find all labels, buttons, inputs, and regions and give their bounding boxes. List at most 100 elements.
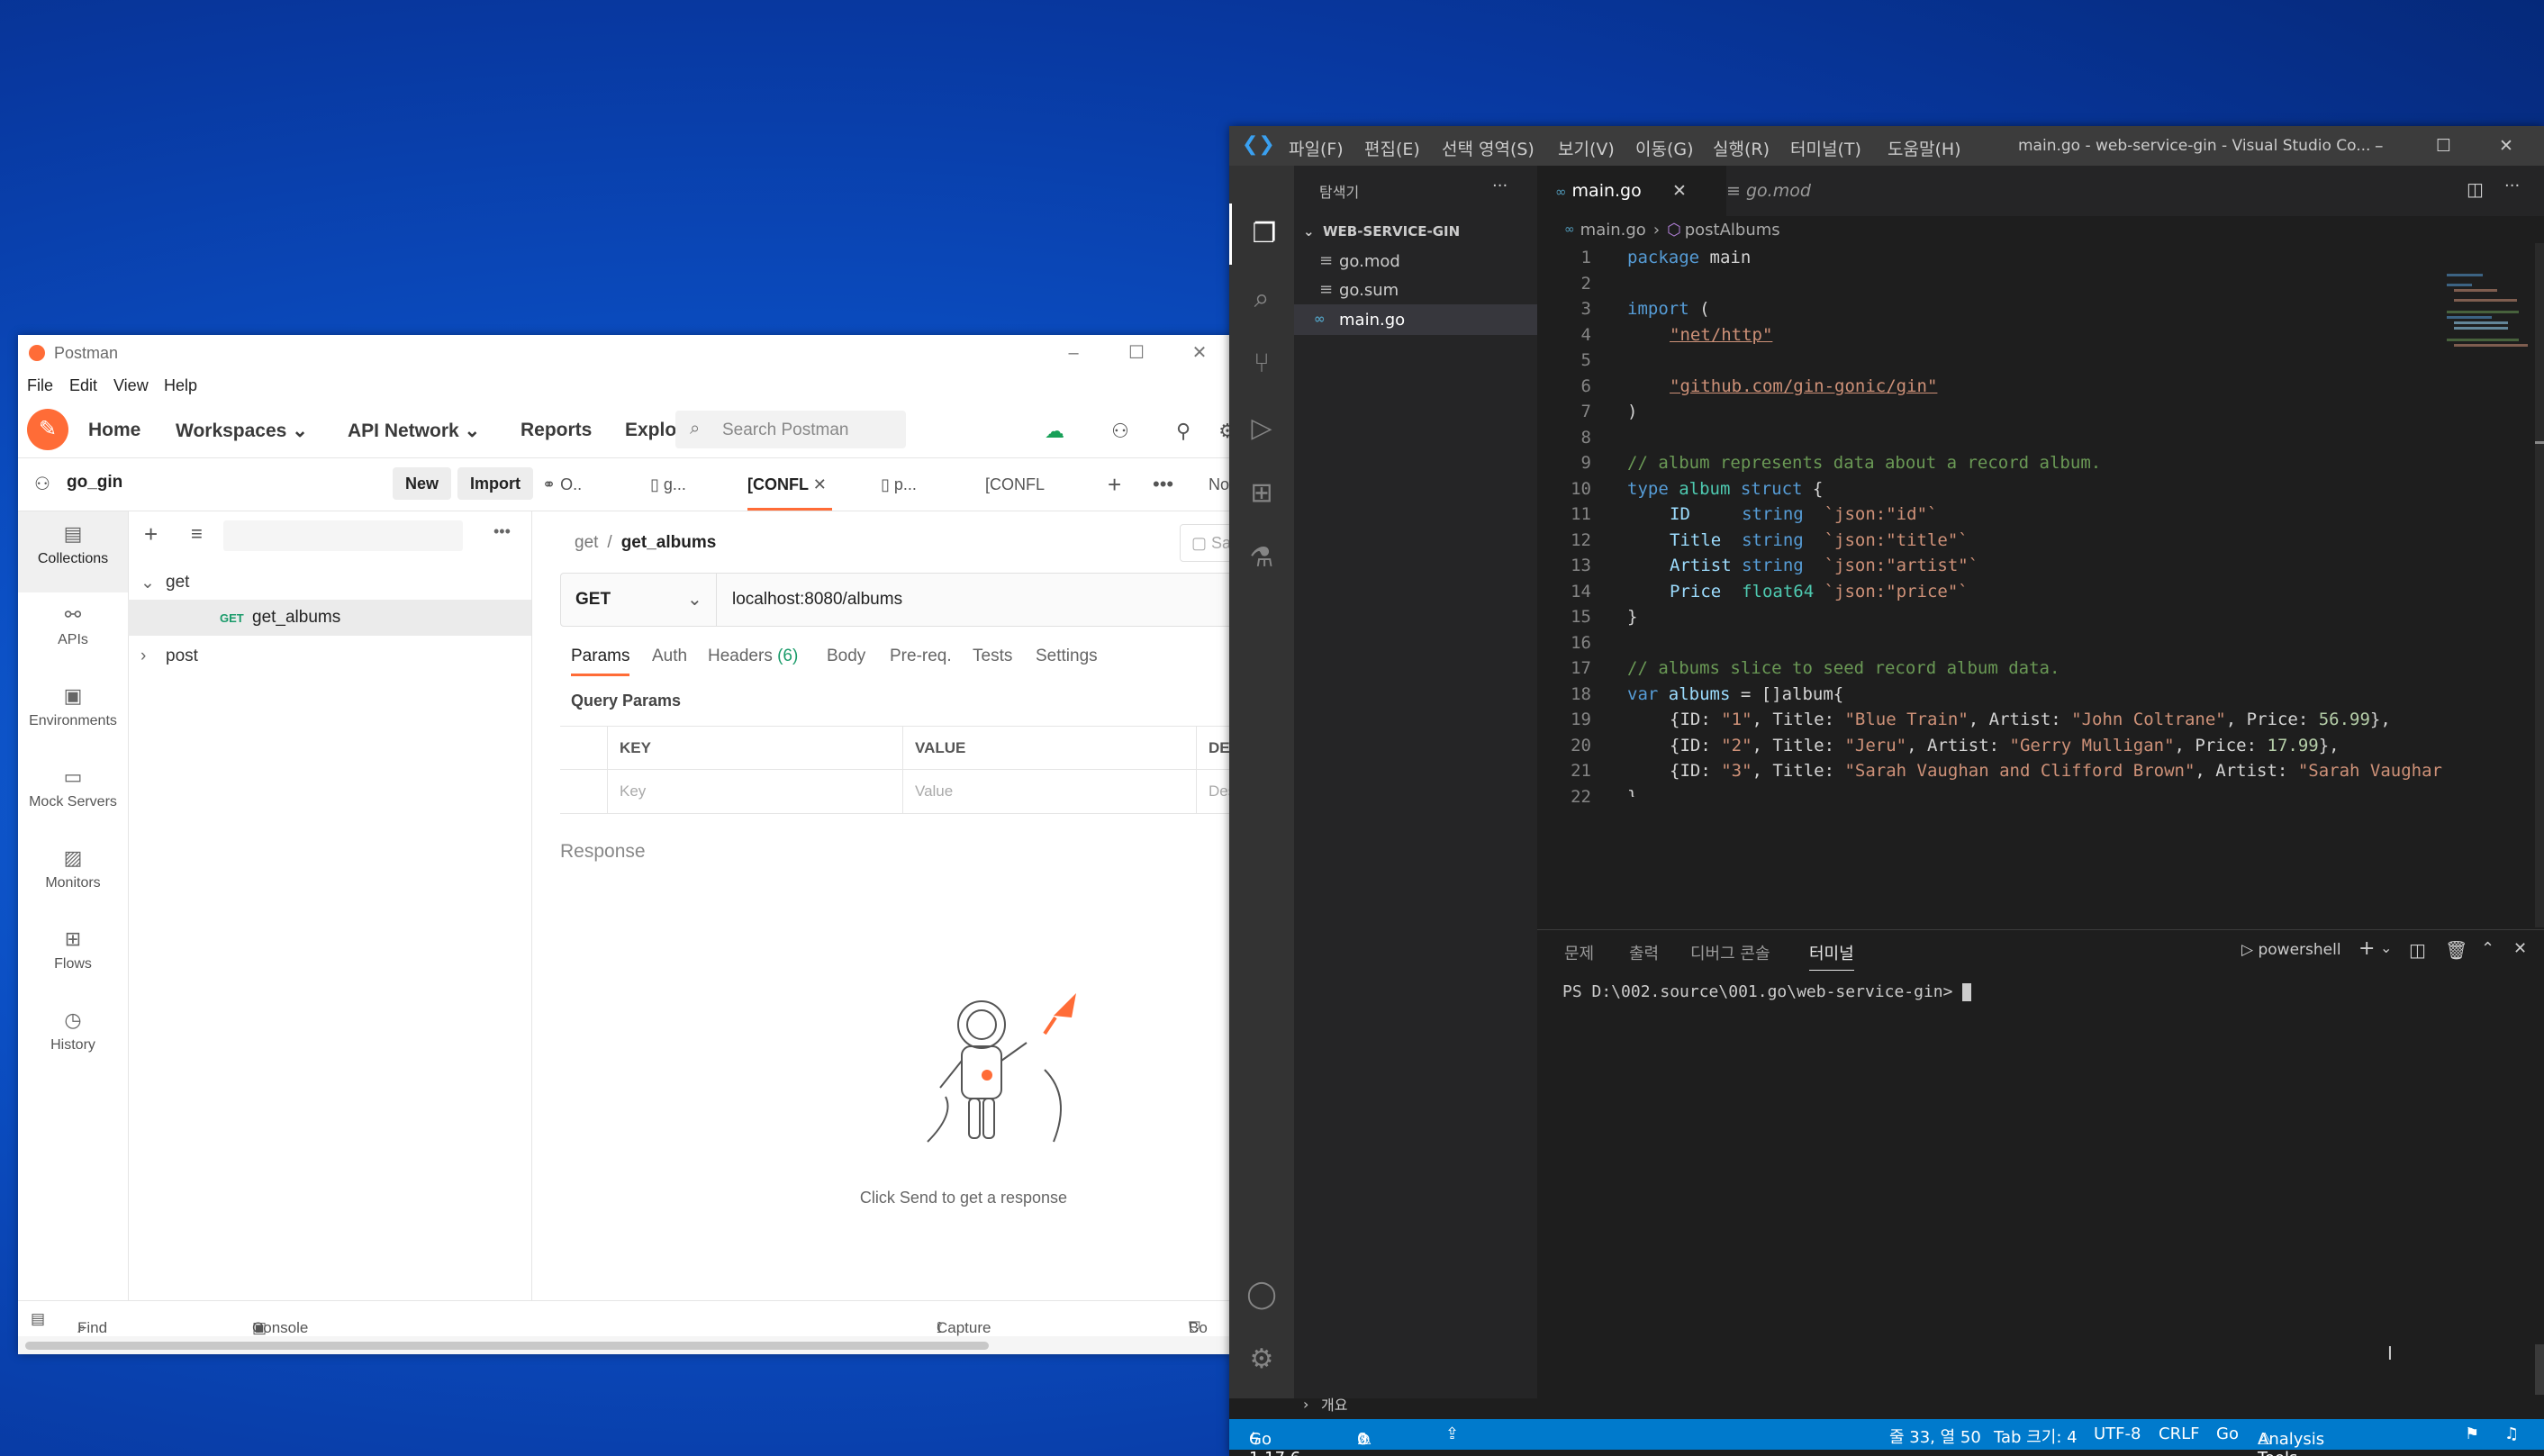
- nav-api-network[interactable]: API Network ⌄: [348, 420, 480, 442]
- folder-header[interactable]: ⌄ WEB-SERVICE-GIN: [1294, 218, 1537, 245]
- add-tab-icon[interactable]: +: [1108, 458, 1121, 511]
- maximize-button[interactable]: ☐: [1118, 339, 1154, 367]
- close-button[interactable]: ✕: [1181, 339, 1218, 367]
- menu-selection[interactable]: 선택 영역(S): [1442, 136, 1535, 160]
- minimize-button[interactable]: –: [1055, 339, 1091, 367]
- search-box[interactable]: ⌕ Search Postman: [675, 411, 906, 448]
- language-status[interactable]: Go: [2216, 1424, 2239, 1443]
- breadcrumb-parent[interactable]: get: [575, 533, 598, 553]
- collection-search-input[interactable]: [223, 520, 463, 551]
- menu-view[interactable]: 보기(V): [1558, 136, 1615, 160]
- menu-help[interactable]: Help: [164, 376, 197, 395]
- rail-history[interactable]: ◷ History: [18, 998, 128, 1079]
- menu-edit[interactable]: 편집(E): [1364, 136, 1420, 160]
- tab-headers[interactable]: Headers (6): [708, 647, 798, 666]
- tab-request-g[interactable]: ▯ g...: [650, 458, 686, 511]
- url-input[interactable]: localhost:8080/albums: [732, 590, 902, 610]
- live-share-icon[interactable]: ⇪: [1445, 1424, 1459, 1443]
- scrollbar-thumb[interactable]: [25, 1342, 989, 1350]
- postman-home-logo-icon[interactable]: ✎: [27, 409, 68, 450]
- file-item-active[interactable]: ∞ main.go: [1294, 304, 1537, 335]
- more-options-icon[interactable]: •••: [493, 522, 511, 541]
- save-button[interactable]: ▢ Save: [1180, 524, 1234, 562]
- nav-explore[interactable]: Explo: [625, 420, 676, 441]
- panel-tab-debug-console[interactable]: 디버그 콘솔: [1690, 941, 1770, 964]
- trash-icon[interactable]: 🗑: [2445, 939, 2467, 961]
- key-input[interactable]: Key: [620, 782, 646, 800]
- list-item-get-albums[interactable]: GET get_albums: [128, 600, 531, 636]
- close-tab-icon[interactable]: ✕: [1672, 166, 1687, 216]
- rail-monitors[interactable]: ▨ Monitors: [18, 836, 128, 917]
- maximize-panel-icon[interactable]: ⌃: [2481, 939, 2494, 958]
- panel-tab-terminal[interactable]: 터미널: [1809, 941, 1854, 971]
- run-debug-icon[interactable]: ▷: [1229, 398, 1294, 459]
- nav-home[interactable]: Home: [88, 420, 140, 441]
- sync-cloud-icon[interactable]: ☁: [1041, 418, 1068, 445]
- feedback-icon[interactable]: ⚑: [2465, 1424, 2479, 1443]
- more-options-icon[interactable]: •••: [1153, 458, 1173, 511]
- menu-terminal[interactable]: 터미널(T): [1790, 136, 1861, 160]
- tab-conflict[interactable]: [CONFL: [985, 458, 1045, 511]
- rail-apis[interactable]: ⚯ APIs: [18, 592, 128, 674]
- minimize-button[interactable]: –: [2375, 136, 2384, 156]
- search-icon[interactable]: ⌕: [1229, 268, 1294, 330]
- tab-tests[interactable]: Tests: [973, 647, 1012, 666]
- nav-workspaces[interactable]: Workspaces ⌄: [176, 420, 308, 442]
- tab-overview[interactable]: ⚭ O..: [542, 458, 582, 511]
- extensions-icon[interactable]: ⊞: [1229, 463, 1294, 524]
- tab-settings[interactable]: Settings: [1036, 647, 1098, 666]
- method-select[interactable]: GET ⌄: [561, 574, 717, 626]
- more-actions-icon[interactable]: ···: [1492, 176, 1507, 195]
- tab-auth[interactable]: Auth: [652, 647, 687, 666]
- file-item[interactable]: ≡ go.sum: [1294, 276, 1537, 304]
- tab-request-p[interactable]: ▯ p...: [881, 458, 917, 511]
- new-button[interactable]: New: [393, 467, 452, 500]
- menu-go[interactable]: 이동(G): [1635, 136, 1694, 160]
- filter-icon[interactable]: ≡: [191, 522, 203, 546]
- maximize-button[interactable]: ☐: [2436, 136, 2451, 156]
- tab-conflict-active[interactable]: [CONFL ✕: [747, 458, 832, 511]
- rail-environments[interactable]: ▣ Environments: [18, 674, 128, 755]
- split-editor-icon[interactable]: ◫: [2467, 178, 2484, 200]
- more-actions-icon[interactable]: ···: [2504, 176, 2520, 195]
- terminal-output[interactable]: PS D:\002.source\001.go\web-service-gin>: [1562, 982, 1972, 1001]
- horizontal-scrollbar[interactable]: [18, 1336, 1234, 1354]
- encoding-status[interactable]: UTF-8: [2094, 1424, 2141, 1443]
- close-tab-icon[interactable]: ✕: [813, 475, 827, 493]
- toggle-sidebar-icon[interactable]: ▤: [31, 1310, 45, 1328]
- panel-tab-problems[interactable]: 문제: [1564, 941, 1594, 964]
- split-terminal-icon[interactable]: ◫: [2409, 939, 2426, 961]
- menu-file[interactable]: File: [27, 376, 53, 395]
- panel-tab-output[interactable]: 출력: [1629, 941, 1659, 964]
- testing-icon[interactable]: ⚗: [1229, 528, 1294, 589]
- tab-body[interactable]: Body: [827, 647, 865, 666]
- import-button[interactable]: Import: [457, 467, 533, 500]
- breadcrumb-current[interactable]: get_albums: [621, 533, 717, 553]
- breadcrumb-symbol[interactable]: postAlbums: [1685, 221, 1780, 240]
- add-collection-icon[interactable]: +: [144, 520, 158, 548]
- menu-view[interactable]: View: [113, 376, 149, 395]
- rail-collections[interactable]: ▤ Collections: [18, 511, 128, 592]
- manage-gear-icon[interactable]: ⚙: [1229, 1329, 1294, 1390]
- breadcrumb-file[interactable]: main.go: [1580, 221, 1646, 240]
- tab-params[interactable]: Params: [571, 647, 630, 676]
- source-control-icon[interactable]: ⑂: [1229, 333, 1294, 394]
- file-item[interactable]: ≡ go.mod: [1294, 247, 1537, 276]
- notifications-bell-icon[interactable]: ♫: [2504, 1424, 2519, 1443]
- menu-help[interactable]: 도움말(H): [1888, 136, 1961, 160]
- environment-selector[interactable]: No: [1209, 458, 1229, 511]
- chevron-down-icon[interactable]: ⌄: [2380, 939, 2392, 956]
- close-panel-icon[interactable]: ✕: [2513, 939, 2527, 958]
- minimap[interactable]: [2447, 270, 2528, 369]
- tab-prereq[interactable]: Pre-req.: [890, 647, 952, 666]
- close-button[interactable]: ✕: [2499, 136, 2513, 156]
- explorer-icon[interactable]: ❐: [1229, 203, 1297, 265]
- menu-file[interactable]: 파일(F): [1289, 136, 1344, 160]
- cursor-position-status[interactable]: 줄 33, 열 50: [1889, 1424, 1981, 1448]
- terminal-selector[interactable]: ▷ powershell: [2241, 941, 2341, 959]
- menu-run[interactable]: 실행(R): [1713, 136, 1770, 160]
- nav-reports[interactable]: Reports: [521, 420, 592, 441]
- tab-go-mod[interactable]: ≡ go.mod: [1708, 166, 1879, 216]
- new-terminal-icon[interactable]: +: [2358, 937, 2375, 960]
- tab-main-go[interactable]: ∞ main.go ✕: [1537, 166, 1726, 216]
